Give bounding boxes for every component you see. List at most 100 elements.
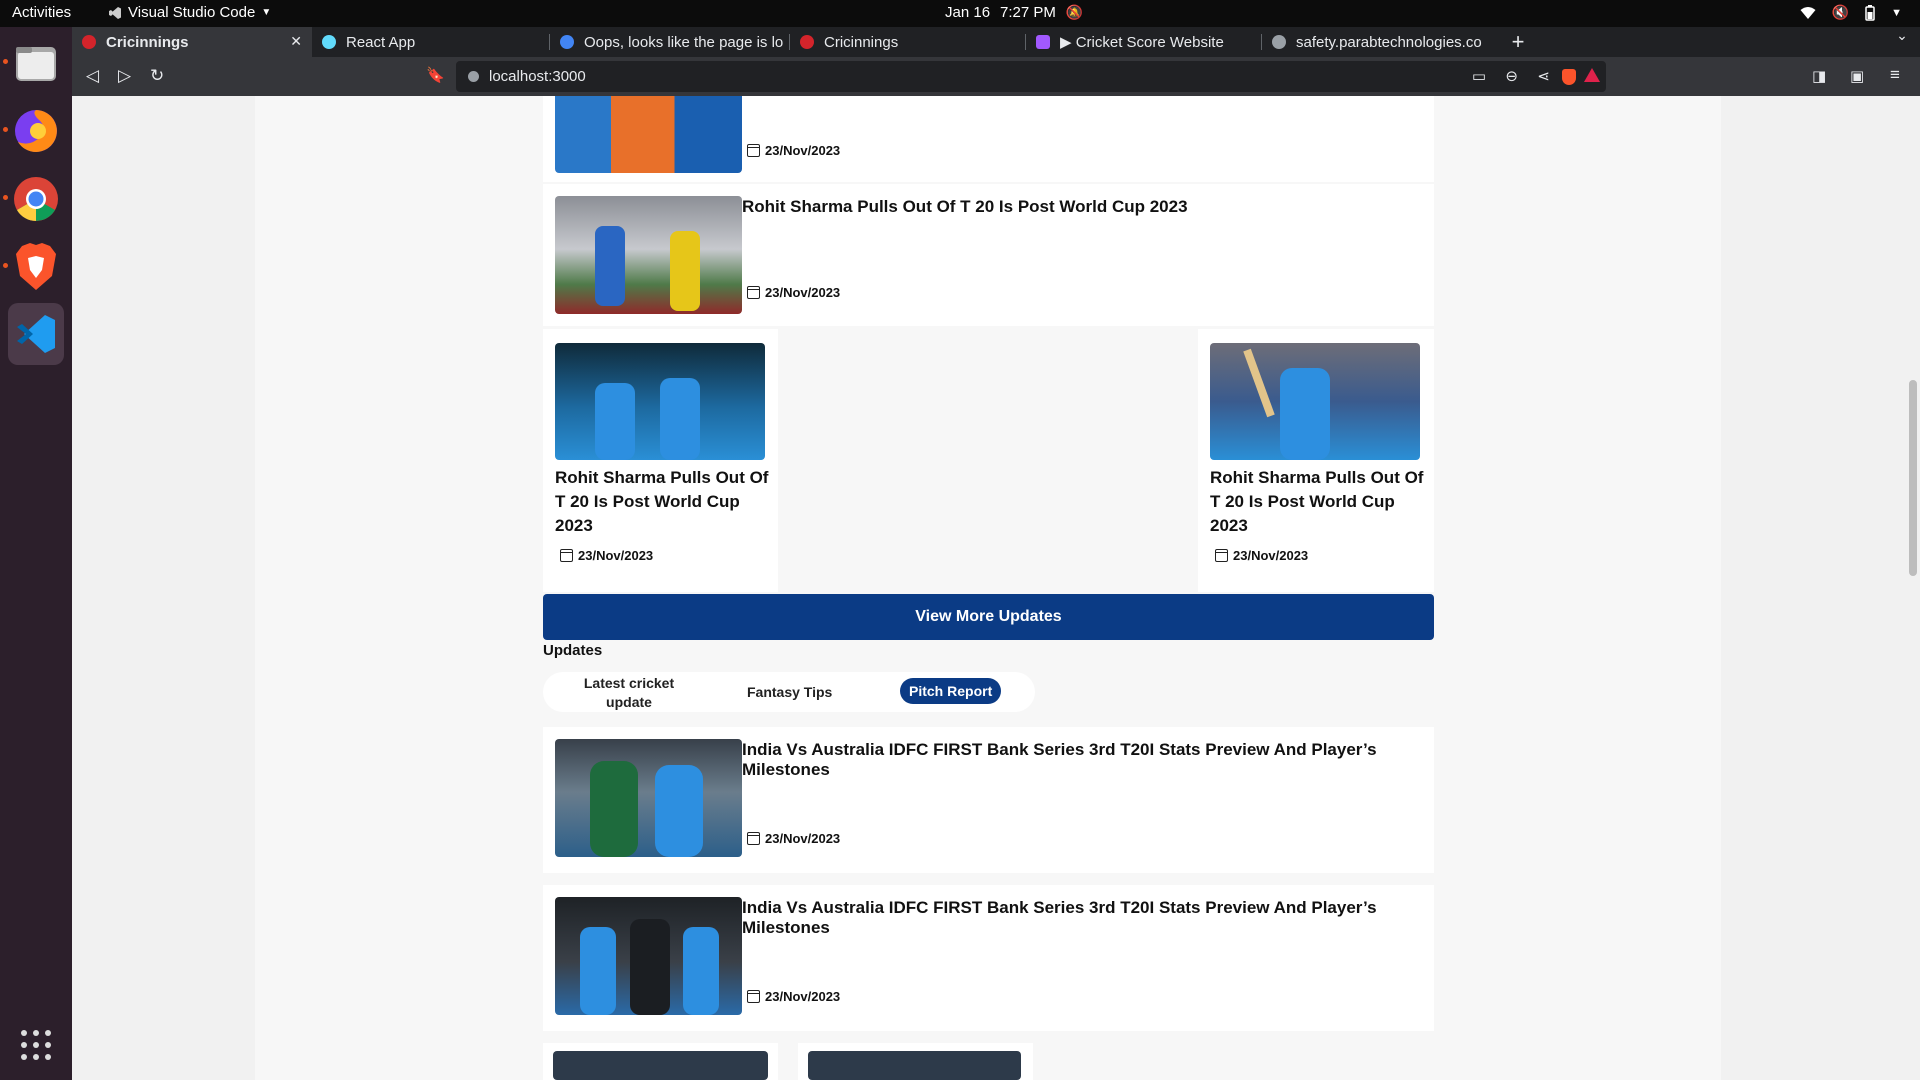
clock-time: 7:27 PM — [1000, 4, 1056, 21]
grid-card-date: 23/Nov/2023 — [560, 548, 653, 563]
chevron-down-icon: ▼ — [261, 7, 272, 18]
favicon-icon — [800, 35, 814, 49]
page-scrollbar[interactable] — [1906, 96, 1920, 1080]
app-menu[interactable]: Visual Studio Code ▼ — [108, 4, 271, 21]
address-bar-url: localhost:3000 — [489, 68, 586, 85]
grid-card[interactable] — [543, 1043, 778, 1080]
favicon-icon — [82, 35, 96, 49]
battery-icon — [1865, 4, 1875, 21]
update-thumbnail[interactable] — [555, 739, 742, 857]
news-date-text: 23/Nov/2023 — [765, 285, 841, 300]
news-card[interactable]: Rohit Sharma Pulls Out Of T 20 Is Post W… — [543, 184, 1434, 326]
grid-card-date: 23/Nov/2023 — [1215, 548, 1308, 563]
update-card[interactable]: India Vs Australia IDFC FIRST Bank Serie… — [543, 885, 1434, 1031]
brave-shields-icon[interactable] — [1562, 69, 1576, 85]
news-thumbnail[interactable] — [555, 196, 742, 314]
calendar-icon — [560, 549, 573, 562]
news-date: 23/Nov/2023 — [747, 143, 840, 158]
figma-icon — [1036, 35, 1050, 49]
news-date-text: 23/Nov/2023 — [765, 143, 841, 158]
chrome-icon[interactable] — [8, 171, 64, 227]
brave-icon[interactable] — [8, 239, 64, 295]
tab-search-icon[interactable]: ⌄ — [1884, 27, 1920, 44]
back-icon[interactable]: ◁ — [86, 66, 99, 86]
show-apps-icon[interactable] — [8, 1017, 64, 1073]
news-title[interactable]: Rohit Sharma Pulls Out Of T 20 Is Post W… — [742, 197, 1188, 217]
system-tray[interactable]: 🔇 ▼ — [1800, 4, 1902, 21]
address-bar[interactable]: localhost:3000 ▭ ⊖ ⋖ — [456, 61, 1606, 92]
files-icon[interactable] — [8, 35, 64, 91]
react-icon — [322, 35, 336, 49]
system-top-bar: Activities Visual Studio Code ▼ Jan 16 7… — [0, 0, 1920, 27]
update-thumbnail[interactable] — [555, 897, 742, 1015]
close-tab-icon[interactable]: ✕ — [290, 33, 302, 50]
tab-fantasy-tips[interactable]: Fantasy Tips — [747, 684, 832, 700]
firefox-icon[interactable] — [8, 103, 64, 159]
volume-muted-icon: 🔇 — [1831, 4, 1850, 20]
player-figure — [630, 919, 670, 1015]
clock[interactable]: Jan 16 7:27 PM 🔕 — [945, 4, 1083, 21]
tab-title: Oops, looks like the page is lo — [584, 33, 784, 51]
bat — [1243, 348, 1275, 418]
tab-pitch-report[interactable]: Pitch Report — [900, 678, 1002, 704]
grid-card-thumbnail[interactable] — [553, 1051, 768, 1080]
app-menu-label: Visual Studio Code — [128, 4, 256, 21]
new-tab-button[interactable]: + — [1500, 27, 1536, 57]
calendar-icon — [747, 286, 760, 299]
news-thumbnail[interactable] — [555, 96, 742, 173]
wallet-icon[interactable]: ▣ — [1850, 67, 1864, 85]
forward-icon[interactable]: ▷ — [118, 66, 131, 86]
calendar-icon — [1215, 549, 1228, 562]
browser-tab[interactable]: React App — [312, 27, 550, 57]
grid-card-thumbnail[interactable] — [808, 1051, 1021, 1080]
view-more-updates-button[interactable]: View More Updates — [543, 594, 1434, 640]
zoom-icon[interactable]: ⊖ — [1505, 67, 1518, 85]
wifi-icon — [1800, 6, 1816, 19]
news-card[interactable]: 23/Nov/2023 — [543, 96, 1434, 182]
browser-tab-strip: Cricinnings ✕ React App Oops, looks like… — [72, 27, 1920, 57]
tab-title: React App — [346, 33, 416, 51]
grid-card[interactable] — [798, 1043, 1033, 1080]
grid-card-thumbnail[interactable] — [1210, 343, 1420, 460]
browser-tab[interactable]: Oops, looks like the page is lo — [550, 27, 790, 57]
browser-tab[interactable]: ▶ Cricket Score Website — [1026, 27, 1262, 57]
tab-latest-cricket-update[interactable]: Latest cricket update — [579, 674, 679, 712]
update-date: 23/Nov/2023 — [747, 989, 840, 1004]
clock-date: Jan 16 — [945, 4, 991, 21]
brave-rewards-icon[interactable] — [1584, 68, 1600, 82]
tab-title: Cricinnings — [106, 33, 189, 51]
grid-card[interactable]: Rohit Sharma Pulls Out Of T 20 Is Post W… — [1198, 329, 1434, 592]
updates-heading: Updates — [543, 642, 603, 659]
activities-button[interactable]: Activities — [12, 4, 71, 21]
cast-icon[interactable]: ▭ — [1472, 67, 1486, 85]
sidebar-icon[interactable]: ◨ — [1812, 67, 1826, 85]
update-title[interactable]: India Vs Australia IDFC FIRST Bank Serie… — [742, 740, 1434, 780]
player-figure — [595, 226, 625, 306]
browser-tab[interactable]: Cricinnings — [790, 27, 1026, 57]
globe-icon — [1272, 35, 1286, 49]
grid-card-title[interactable]: Rohit Sharma Pulls Out Of T 20 Is Post W… — [555, 466, 770, 538]
scrollbar-thumb[interactable] — [1909, 380, 1917, 576]
player-figure — [580, 927, 616, 1015]
player-figure — [655, 765, 703, 857]
update-card[interactable]: India Vs Australia IDFC FIRST Bank Serie… — [543, 727, 1434, 873]
dock — [0, 27, 72, 1080]
browser-tab[interactable]: safety.parabtechnologies.co — [1262, 27, 1500, 57]
calendar-icon — [747, 144, 760, 157]
share-icon[interactable]: ⋖ — [1537, 67, 1550, 85]
player-figure — [660, 378, 700, 460]
vscode-dock-icon[interactable] — [8, 303, 64, 365]
browser-tab[interactable]: Cricinnings ✕ — [72, 27, 312, 57]
tab-title: ▶ Cricket Score Website — [1060, 34, 1224, 51]
reload-icon[interactable]: ↻ — [150, 66, 164, 86]
site-info-icon[interactable] — [468, 71, 479, 82]
grid-card-date-text: 23/Nov/2023 — [578, 548, 654, 563]
tab-title: Cricinnings — [824, 33, 899, 51]
grid-card[interactable]: Rohit Sharma Pulls Out Of T 20 Is Post W… — [543, 329, 778, 592]
grid-card-title[interactable]: Rohit Sharma Pulls Out Of T 20 Is Post W… — [1210, 466, 1425, 538]
bookmark-icon[interactable]: 🔖 — [426, 66, 445, 84]
update-title[interactable]: India Vs Australia IDFC FIRST Bank Serie… — [742, 898, 1434, 938]
grid-card-thumbnail[interactable] — [555, 343, 765, 460]
menu-icon[interactable]: ≡ — [1890, 65, 1900, 85]
news-date: 23/Nov/2023 — [747, 285, 840, 300]
